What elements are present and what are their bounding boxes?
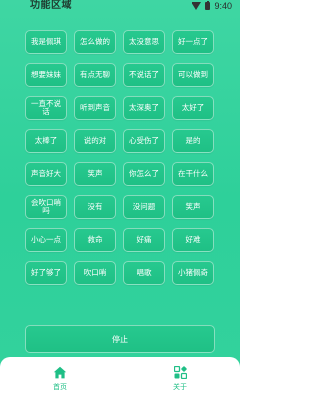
- sound-button[interactable]: 好了够了: [25, 261, 67, 285]
- sound-button[interactable]: 小猪佩奇: [172, 261, 214, 285]
- sound-button[interactable]: 可以做到: [172, 63, 214, 87]
- sound-button[interactable]: 太没意思: [123, 30, 165, 54]
- sound-button[interactable]: 声音好大: [25, 162, 67, 186]
- sound-button[interactable]: 想要妹妹: [25, 63, 67, 87]
- sound-button[interactable]: 一直不说话: [25, 96, 67, 120]
- sound-button[interactable]: 有点无聊: [74, 63, 116, 87]
- sound-button[interactable]: 我是佩琪: [25, 30, 67, 54]
- sound-button-grid: 我是佩琪 怎么做的 太没意思 好一点了想要妹妹 有点无聊 不说话了 可以做到一直不说话 听到声…: [25, 30, 215, 285]
- nav-home-label: 首页: [53, 382, 67, 391]
- sound-button[interactable]: 不说话了: [123, 63, 165, 87]
- sound-button[interactable]: 吹口哨: [74, 261, 116, 285]
- stop-button[interactable]: 停止: [25, 325, 215, 353]
- sound-button[interactable]: 你怎么了: [123, 162, 165, 186]
- sound-button[interactable]: 救命: [74, 228, 116, 252]
- nav-home[interactable]: 首页: [30, 366, 90, 392]
- sound-button[interactable]: 是的: [172, 129, 214, 153]
- home-icon: [53, 366, 67, 379]
- sound-button[interactable]: 在干什么: [172, 162, 214, 186]
- battery-icon: [205, 0, 211, 10]
- sound-button[interactable]: 没有: [74, 195, 116, 219]
- status-bar: 功能区域 9:40: [0, 0, 240, 14]
- sound-button[interactable]: 心受伤了: [123, 129, 165, 153]
- sound-button[interactable]: 听到声音: [74, 96, 116, 120]
- sound-button[interactable]: 怎么做的: [74, 30, 116, 54]
- sound-button[interactable]: 好痛: [123, 228, 165, 252]
- nav-about-label: 关于: [173, 382, 187, 391]
- grid-app-icon: [173, 365, 187, 379]
- sound-button[interactable]: 好难: [172, 228, 214, 252]
- status-icons: 9:40: [192, 0, 232, 11]
- sound-button[interactable]: 没问题: [123, 195, 165, 219]
- sound-button[interactable]: 好一点了: [172, 30, 214, 54]
- sound-button[interactable]: 太棒了: [25, 129, 67, 153]
- sound-button[interactable]: 会吹口哨吗: [25, 195, 67, 219]
- sound-button[interactable]: 说的对: [74, 129, 116, 153]
- status-time: 9:40: [214, 1, 232, 11]
- bottom-nav: 首页 关于: [0, 357, 240, 400]
- nav-about[interactable]: 关于: [150, 365, 210, 392]
- wifi-icon: [192, 2, 202, 10]
- sound-button[interactable]: 小心一点: [25, 228, 67, 252]
- sound-button[interactable]: 笑声: [74, 162, 116, 186]
- sound-button[interactable]: 唱歌: [123, 261, 165, 285]
- sound-button[interactable]: 太深奥了: [123, 96, 165, 120]
- screen-title: 功能区域: [30, 0, 72, 11]
- sound-button[interactable]: 太好了: [172, 96, 214, 120]
- sound-button[interactable]: 笑声: [172, 195, 214, 219]
